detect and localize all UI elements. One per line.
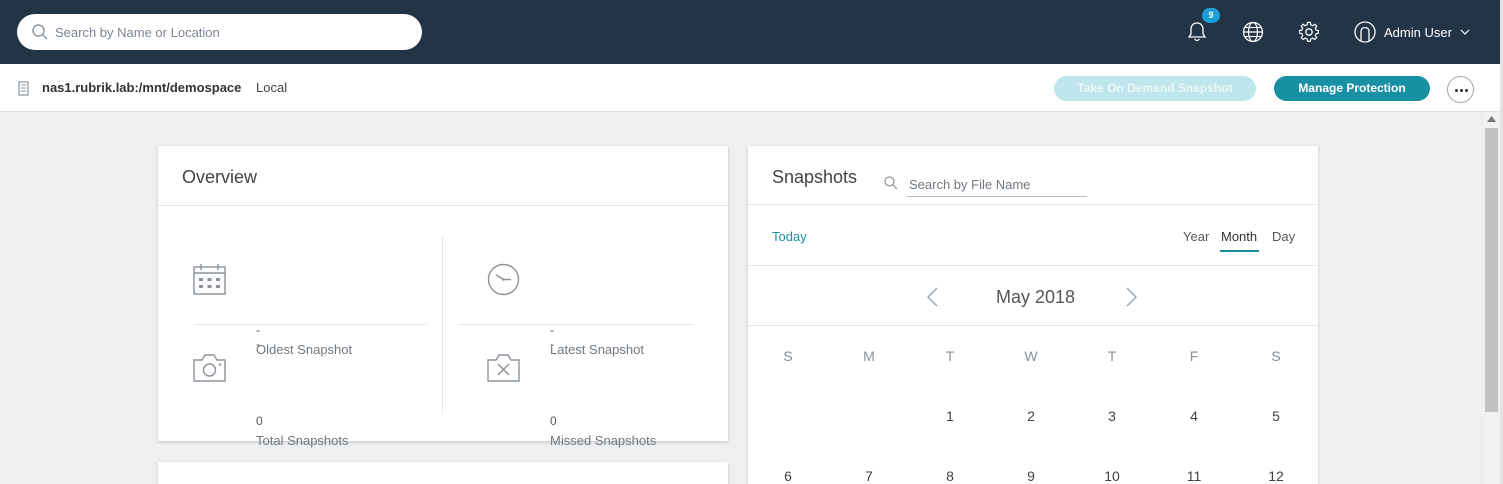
today-link[interactable]: Today: [772, 229, 807, 244]
missed-snapshots-value: 0: [550, 414, 557, 428]
calendar-day[interactable]: 2: [991, 408, 1071, 424]
notification-badge: 9: [1202, 8, 1220, 23]
total-snapshots-value: 0: [256, 414, 263, 428]
weekday-fri: F: [1189, 348, 1199, 364]
user-name: Admin User: [1384, 24, 1452, 40]
search-icon: [884, 176, 898, 190]
overview-card: Overview -- Oldest Snapshot -- Latest Sn…: [158, 146, 728, 448]
view-tab-day[interactable]: Day: [1272, 229, 1295, 244]
calendar-month-label: May 2018: [996, 287, 1076, 307]
weekday-thu: T: [1107, 348, 1117, 364]
calendar-day[interactable]: 12: [1236, 468, 1316, 484]
calendar-icon: [193, 264, 226, 295]
global-search-input[interactable]: [55, 14, 415, 50]
active-tab-underline: [1220, 250, 1259, 252]
chevron-left-icon[interactable]: [926, 287, 938, 307]
total-snapshots-label: Total Snapshots: [256, 433, 349, 448]
view-tab-year[interactable]: Year: [1183, 229, 1209, 244]
top-nav-bar: 9 Admin User: [0, 0, 1503, 64]
secondary-card: [158, 462, 728, 484]
user-menu[interactable]: Admin User: [1354, 21, 1470, 43]
gear-icon[interactable]: [1298, 21, 1320, 43]
weekday-sat: S: [1271, 348, 1281, 364]
page-scrollbar[interactable]: [1483, 112, 1500, 484]
user-avatar-icon: [1354, 21, 1376, 43]
bell-icon[interactable]: [1187, 21, 1207, 43]
calendar-day[interactable]: 7: [829, 468, 909, 484]
object-location: Local: [256, 80, 288, 95]
weekday-mon: M: [863, 348, 875, 364]
clock-icon: [487, 263, 520, 296]
snapshots-card: Snapshots Today Year Month Day May 2018 …: [748, 146, 1318, 484]
weekday-wed: W: [1024, 348, 1038, 364]
snapshots-title: Snapshots: [772, 167, 858, 187]
take-on-demand-snapshot-button[interactable]: Take On Demand Snapshot: [1054, 76, 1256, 101]
calendar-day[interactable]: 6: [748, 468, 828, 484]
calendar-day[interactable]: 1: [910, 408, 990, 424]
chevron-down-icon: [1460, 29, 1470, 35]
scroll-up-icon[interactable]: [1487, 116, 1496, 122]
camera-missed-icon: [487, 354, 520, 382]
calendar-day[interactable]: 5: [1236, 408, 1316, 424]
globe-icon[interactable]: [1242, 21, 1264, 43]
scrollbar-thumb[interactable]: [1485, 128, 1498, 412]
file-search-input[interactable]: [907, 173, 1087, 197]
camera-icon: [193, 354, 226, 382]
calendar-day[interactable]: 3: [1072, 408, 1152, 424]
view-tab-month[interactable]: Month: [1221, 229, 1257, 244]
search-icon: [32, 24, 48, 40]
calendar-day[interactable]: 9: [991, 468, 1071, 484]
calendar-day[interactable]: 8: [910, 468, 990, 484]
weekday-tue: T: [945, 348, 955, 364]
overview-title: Overview: [158, 146, 728, 206]
object-path: nas1.rubrik.lab:/mnt/demospace: [42, 80, 242, 95]
calendar-day[interactable]: 4: [1154, 408, 1234, 424]
nas-share-icon: [18, 81, 29, 96]
object-header-bar: nas1.rubrik.lab:/mnt/demospace Local Tak…: [0, 64, 1500, 112]
calendar-day[interactable]: 11: [1154, 468, 1234, 484]
more-actions-button[interactable]: [1447, 76, 1474, 103]
global-search[interactable]: [17, 14, 422, 50]
missed-snapshots-label: Missed Snapshots: [550, 433, 657, 448]
weekday-sun: S: [783, 348, 793, 364]
oldest-snapshot-label: Oldest Snapshot: [256, 342, 353, 357]
chevron-right-icon[interactable]: [1126, 287, 1138, 307]
latest-snapshot-label: Latest Snapshot: [550, 342, 644, 357]
manage-protection-button[interactable]: Manage Protection: [1274, 76, 1430, 101]
calendar-day[interactable]: 10: [1072, 468, 1152, 484]
